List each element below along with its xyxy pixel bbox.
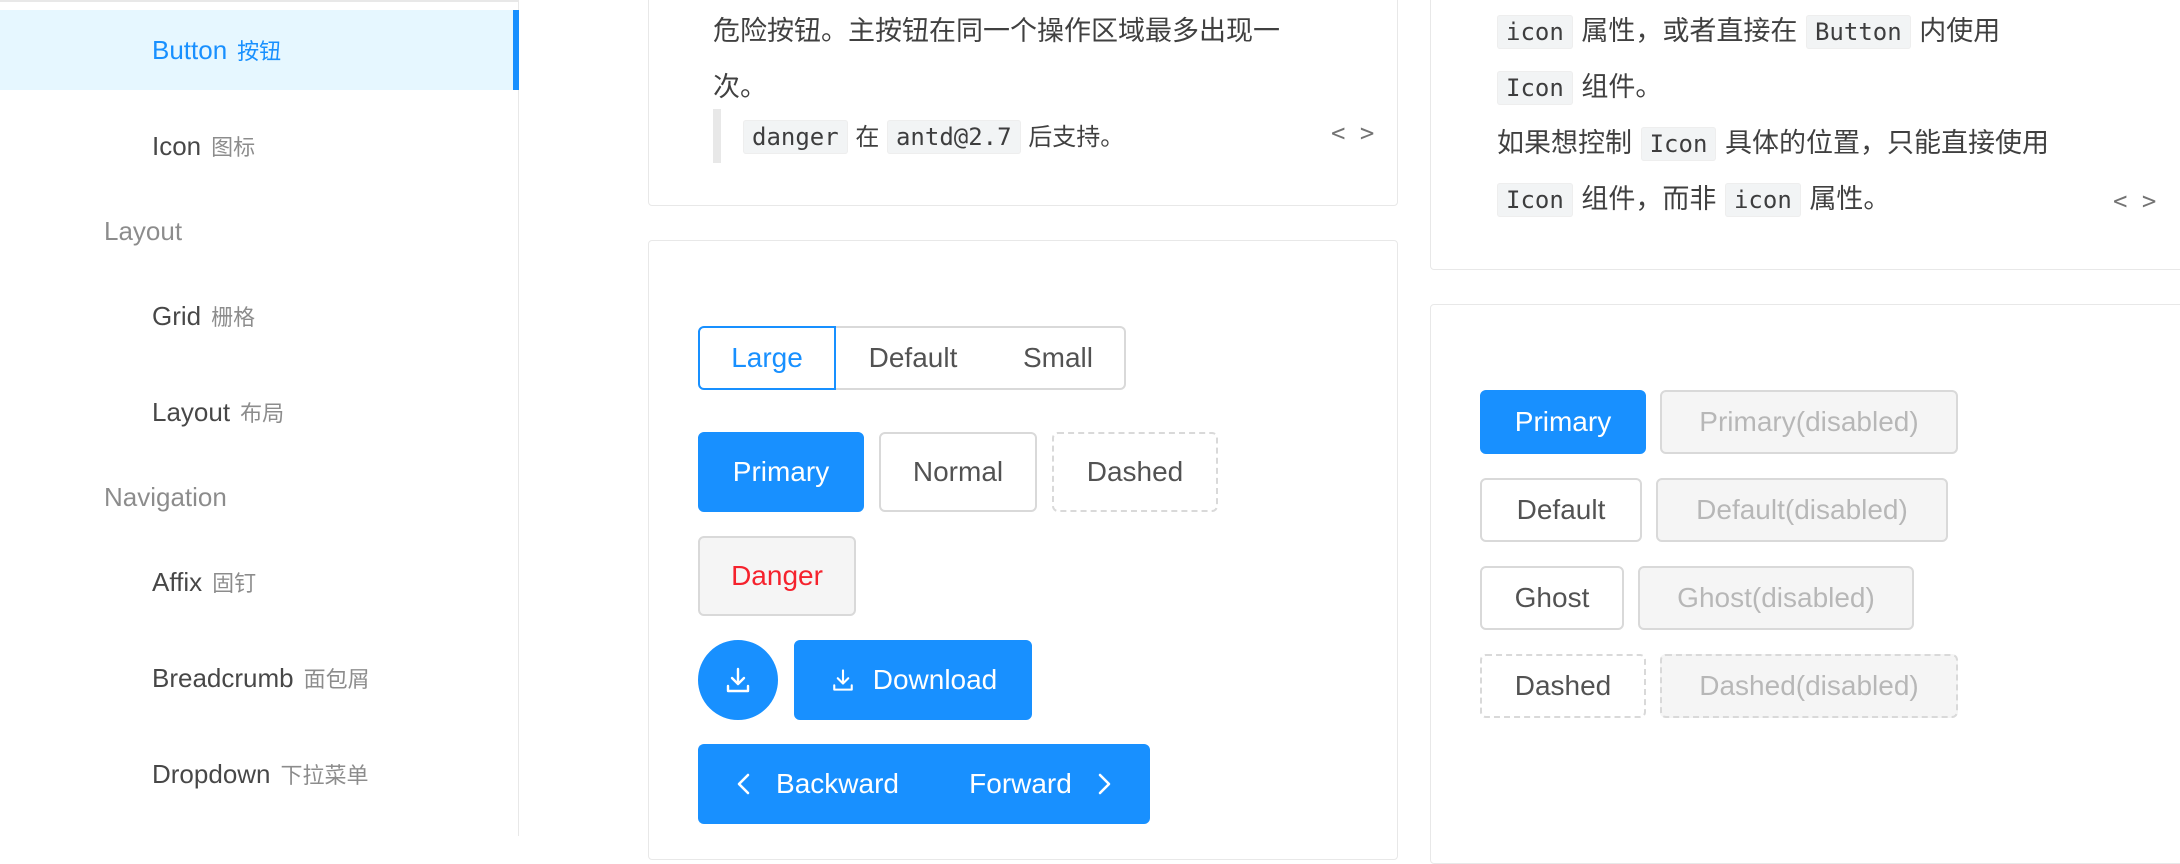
backward-label: Backward [776,768,899,799]
size-option-large[interactable]: Large [698,326,836,390]
sidebar-item-grid[interactable]: Grid 栅格 [0,276,519,356]
description-text: 具体的位置，只能直接使用 [1724,128,2049,159]
sidebar: Button 按钮 Icon 图标 Layout Grid 栅格 Layout … [0,0,519,836]
size-option-default[interactable]: Default [834,326,994,390]
normal-button[interactable]: Normal [879,432,1037,512]
sidebar-item-label: Button [152,34,228,65]
primary-disabled-button: Primary(disabled) [1660,390,1958,454]
primary-button[interactable]: Primary [698,432,864,512]
sidebar-item-sublabel: 按钮 [237,40,282,65]
download-button-label: Download [872,664,998,695]
description-line-1: 危险按钮。主按钮在同一个操作区域最多出现一 [713,16,1280,47]
ghost-button[interactable]: Ghost [1480,566,1624,630]
note-text-tail: 后支持。 [1028,123,1125,151]
download-icon [726,667,750,693]
code-expand-icon[interactable]: < > [1331,119,1374,147]
sidebar-item-icon[interactable]: Icon 图标 [0,106,519,186]
sidebar-item-sublabel: 面包屑 [303,668,370,693]
description-line-3: 如果想控制 Icon 具体的位置，只能直接使用 [1497,121,2049,161]
dashed-disabled-button: Dashed(disabled) [1660,654,1958,718]
top-divider [0,0,519,2]
sidebar-item-sublabel: 布局 [240,402,285,427]
demo-card-disabled: Primary Primary(disabled) Default Defaul… [1430,304,2180,864]
chevron-left-icon [737,773,750,795]
sidebar-item-label: Layout [152,396,231,427]
default-disabled-button: Default(disabled) [1656,478,1948,542]
description-line-2: 次。 [713,72,767,103]
code-icon-component: Icon [1640,127,1717,161]
ghost-disabled-button: Ghost(disabled) [1638,566,1914,630]
sidebar-item-layout[interactable]: Layout 布局 [0,372,519,452]
group-title-layout: Layout [104,216,183,246]
group-title-navigation: Navigation [104,482,227,512]
chevron-right-icon [1098,773,1111,795]
demo-card-icon-description: icon 属性，或者直接在 Button 内使用 Icon 组件。 如果想控制 … [1430,0,2180,270]
sidebar-item-breadcrumb[interactable]: Breadcrumb 面包屑 [0,638,519,718]
description-line-1: icon 属性，或者直接在 Button 内使用 [1497,9,2001,49]
demo-card-size: Large Default Small Primary Normal Dashe… [648,240,1398,860]
sidebar-item-button[interactable]: Button 按钮 [0,10,519,90]
default-button[interactable]: Default [1480,478,1642,542]
danger-button[interactable]: Danger [698,536,856,616]
code-icon-component: Icon [1497,183,1573,217]
sidebar-item-sublabel: 栅格 [211,306,256,331]
download-icon [832,669,853,691]
forward-button[interactable]: Forward [933,744,1150,824]
code-expand-icon[interactable]: < > [2113,187,2156,215]
note-text: danger 在 antd@2.7 后支持。 [743,117,1125,154]
primary-button[interactable]: Primary [1480,390,1646,454]
size-option-small[interactable]: Small [992,326,1126,390]
code-icon-component: Icon [1497,71,1573,105]
code-antd-version: antd@2.7 [886,120,1021,154]
download-button[interactable]: Download [794,640,1032,720]
note-text-mid: 在 [855,123,880,151]
sidebar-item-label: Dropdown [152,758,271,789]
description-text: 组件，而非 [1581,184,1717,215]
dashed-button[interactable]: Dashed [1480,654,1646,718]
code-danger: danger [743,120,848,154]
sidebar-item-label: Icon [152,130,202,161]
forward-label: Forward [969,768,1072,799]
description-text: 属性。 [1809,184,1891,215]
code-icon: icon [1497,15,1573,49]
description-text: 属性，或者直接在 [1581,16,1798,47]
download-circle-button[interactable] [698,640,778,720]
demo-card-danger-description: 危险按钮。主按钮在同一个操作区域最多出现一 次。 danger 在 antd@2… [648,0,1398,206]
sidebar-item-label: Breadcrumb [152,662,294,693]
sidebar-item-sublabel: 下拉菜单 [280,764,369,789]
sidebar-item-affix[interactable]: Affix 固钉 [0,542,519,622]
sidebar-item-sublabel: 固钉 [212,572,257,597]
sidebar-item-sublabel: 图标 [211,136,256,161]
description-text: 内使用 [1919,16,2001,47]
backward-button[interactable]: Backward [698,744,934,824]
dashed-button[interactable]: Dashed [1052,432,1218,512]
description-text: 如果想控制 [1497,128,1632,159]
code-icon-prop: icon [1724,183,1801,217]
description-line-2: Icon 组件。 [1497,65,1663,105]
sidebar-item-label: Affix [152,566,203,597]
note-blockquote: danger 在 antd@2.7 后支持。 [713,109,1353,163]
description-text: 组件。 [1581,72,1663,103]
code-button: Button [1805,15,1911,49]
sidebar-item-label: Grid [152,300,202,331]
description-line-4: Icon 组件，而非 icon 属性。 [1497,177,1891,217]
sidebar-item-dropdown[interactable]: Dropdown 下拉菜单 [0,734,519,814]
